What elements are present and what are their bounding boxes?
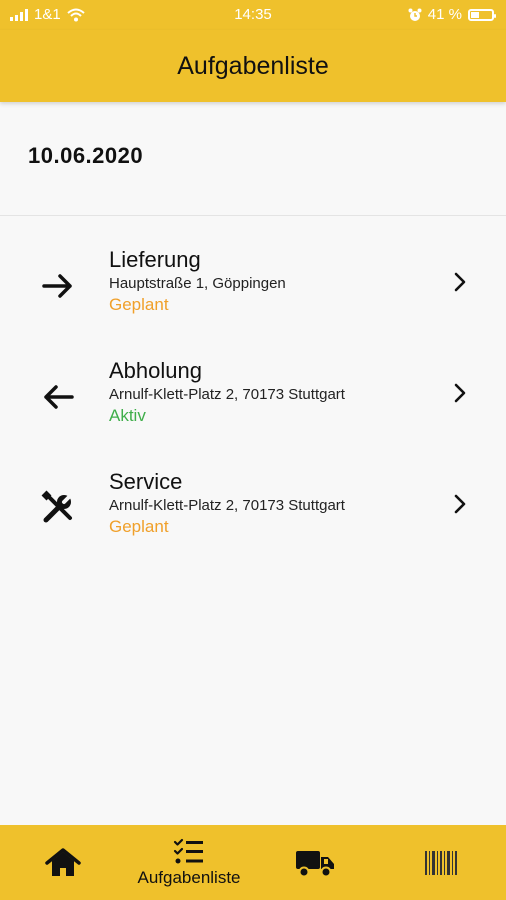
status-bar: 1&1 14:35 41 % (0, 0, 506, 30)
chevron-right-icon (454, 494, 466, 514)
task-address: Arnulf-Klett-Platz 2, 70173 Stuttgart (109, 386, 345, 403)
date-section: 10.06.2020 (0, 103, 506, 216)
app-header: Aufgabenliste (0, 30, 506, 102)
task-title: Abholung (109, 358, 202, 383)
arrow-left-icon (44, 385, 74, 409)
barcode-icon (425, 850, 457, 875)
battery-icon (468, 8, 496, 21)
task-text: Service Arnulf-Klett-Platz 2, 70173 Stut… (109, 468, 345, 538)
battery-percent: 41 % (427, 6, 462, 23)
nav-label-aufgabenliste: Aufgabenliste (137, 867, 241, 887)
alarm-icon (408, 8, 422, 21)
task-title: Service (109, 469, 183, 494)
bottom-nav: Aufgabenliste (0, 825, 506, 900)
truck-icon (296, 850, 334, 877)
task-text: Lieferung Hauptstraße 1, Göppingen Gepla… (109, 246, 286, 316)
nav-item-delivery[interactable] (252, 825, 378, 900)
task-item-lieferung[interactable]: Lieferung Hauptstraße 1, Göppingen Gepla… (0, 240, 506, 351)
nav-item-home[interactable] (0, 825, 126, 900)
arrow-right-icon (42, 274, 72, 298)
task-item-service[interactable]: Service Arnulf-Klett-Platz 2, 70173 Stut… (0, 462, 506, 573)
nav-item-aufgabenliste[interactable]: Aufgabenliste (126, 825, 252, 900)
task-list: Lieferung Hauptstraße 1, Göppingen Gepla… (0, 240, 506, 573)
task-status: Geplant (109, 517, 169, 536)
chevron-right-icon (454, 272, 466, 292)
nav-item-scan[interactable] (378, 825, 504, 900)
chevron-right-icon (454, 383, 466, 403)
battery-fill (471, 11, 479, 18)
checklist-icon (173, 838, 203, 863)
task-status: Geplant (109, 295, 169, 314)
page-title: Aufgabenliste (177, 52, 329, 80)
status-right: 41 % (408, 6, 496, 23)
task-item-abholung[interactable]: Abholung Arnulf-Klett-Platz 2, 70173 Stu… (0, 351, 506, 462)
home-icon (45, 847, 81, 876)
date-label: 10.06.2020 (28, 143, 144, 168)
task-title: Lieferung (109, 247, 201, 272)
task-address: Hauptstraße 1, Göppingen (109, 275, 286, 292)
tools-icon (41, 490, 73, 523)
task-text: Abholung Arnulf-Klett-Platz 2, 70173 Stu… (109, 357, 345, 427)
task-address: Arnulf-Klett-Platz 2, 70173 Stuttgart (109, 497, 345, 514)
task-status: Aktiv (109, 406, 146, 425)
